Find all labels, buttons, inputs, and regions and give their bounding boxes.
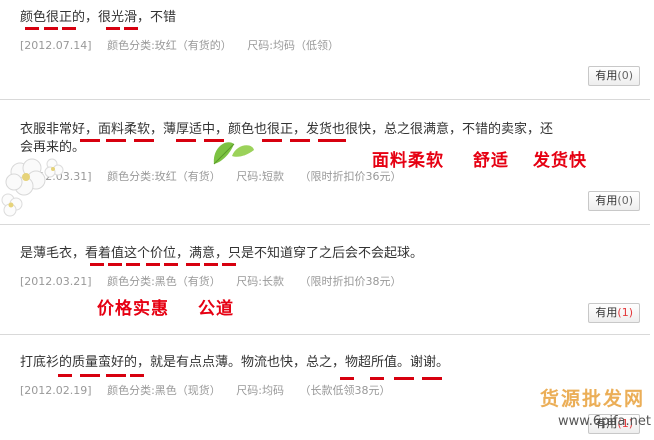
highlight-underline: [106, 139, 126, 142]
useful-count: (0): [617, 69, 633, 82]
review-meta: [2012.03.21] 颜色分类:黑色（有货） 尺码:长款 （限时折扣价38元…: [20, 273, 414, 289]
annotation-label: 舒适: [473, 151, 509, 171]
review-meta: [2012.02.19] 颜色分类:黑色（现货） 尺码:均码 （长款低领38元）: [20, 382, 403, 398]
watermark-url: www.6pifa.net: [558, 414, 651, 429]
useful-count: (1): [617, 306, 633, 319]
highlight-underline: [186, 263, 200, 266]
leaf-decoration-icon: [213, 142, 254, 165]
highlight-underline: [106, 374, 126, 377]
review-date: [2012.07.14]: [20, 39, 92, 52]
highlight-underline: [90, 263, 104, 266]
review-color: 颜色分类:黑色（有货）: [107, 275, 221, 288]
highlight-underline: [58, 374, 72, 377]
review-discount: （限时折扣价36元）: [299, 170, 402, 183]
review-meta: [2012.03.31] 颜色分类:玫红（有货） 尺码:短款 （限时折扣价36元…: [20, 168, 414, 184]
review-size: 尺码:均码（低领）: [247, 39, 340, 52]
useful-button[interactable]: 有用(0): [588, 191, 640, 211]
highlight-underline: [44, 27, 58, 30]
highlight-underline: [164, 263, 178, 266]
review-meta: [2012.07.14] 颜色分类:玫红（有货的） 尺码:均码（低领）: [20, 37, 351, 53]
highlight-underline: [394, 377, 414, 380]
highlight-underline: [134, 139, 154, 142]
useful-label: 有用: [595, 69, 618, 82]
useful-label: 有用: [595, 306, 618, 319]
highlight-underline: [62, 27, 76, 30]
highlight-underline: [80, 139, 100, 142]
review-separator: [0, 334, 650, 335]
review-separator: [0, 224, 650, 225]
useful-count: (0): [617, 194, 633, 207]
annotation-label: 公道: [198, 299, 234, 319]
highlight-underline: [318, 139, 346, 142]
review-discount: （长款低领38元）: [299, 384, 391, 397]
review-content: 打底衫的质量蛮好的，就是有点点薄。物流也快，总之，物超所值。谢谢。: [20, 355, 450, 370]
review-size: 尺码:均码: [236, 384, 285, 397]
review-size: 尺码:短款: [236, 170, 285, 183]
annotation-label: 发货快: [533, 151, 587, 171]
highlight-underline: [290, 139, 310, 142]
watermark-brand: 货源批发网: [540, 388, 646, 410]
review-separator: [0, 99, 650, 100]
review-color: 颜色分类:黑色（现货）: [107, 384, 221, 397]
highlight-underline: [422, 377, 442, 380]
highlight-underline: [262, 139, 282, 142]
highlight-underline: [204, 263, 218, 266]
review-date: [2012.03.21]: [20, 275, 92, 288]
review-color: 颜色分类:玫红（有货的）: [107, 39, 232, 52]
highlight-underline: [176, 139, 196, 142]
review-content: 衣服非常好，面料柔软，薄厚适中，颜色也很正，发货也很快，总之很满意，不错的卖家，…: [20, 122, 554, 137]
highlight-underline: [146, 263, 160, 266]
highlight-underline: [370, 377, 384, 380]
review-color: 颜色分类:玫红（有货）: [107, 170, 221, 183]
review-date: [2012.02.19]: [20, 384, 92, 397]
highlight-underline: [130, 374, 144, 377]
annotation-label: 价格实惠: [97, 299, 169, 319]
highlight-underline: [124, 27, 138, 30]
annotation-label: 面料柔软: [372, 151, 444, 171]
review-discount: （限时折扣价38元）: [299, 275, 402, 288]
review-content: 颜色很正的，很光滑，不错: [20, 10, 177, 25]
review-size: 尺码:长款: [236, 275, 285, 288]
highlight-underline: [80, 374, 100, 377]
highlight-underline: [340, 377, 354, 380]
highlight-underline: [222, 263, 236, 266]
useful-label: 有用: [595, 194, 618, 207]
highlight-underline: [108, 263, 122, 266]
highlight-underline: [106, 27, 120, 30]
highlight-underline: [25, 27, 39, 30]
flower-decoration-icon: [1, 158, 64, 217]
review-content: 是薄毛衣，看着值这个价位，满意，只是不知道穿了之后会不会起球。: [20, 246, 424, 261]
useful-button[interactable]: 有用(1): [588, 303, 640, 323]
highlight-underline: [126, 263, 140, 266]
useful-button[interactable]: 有用(0): [588, 66, 640, 86]
